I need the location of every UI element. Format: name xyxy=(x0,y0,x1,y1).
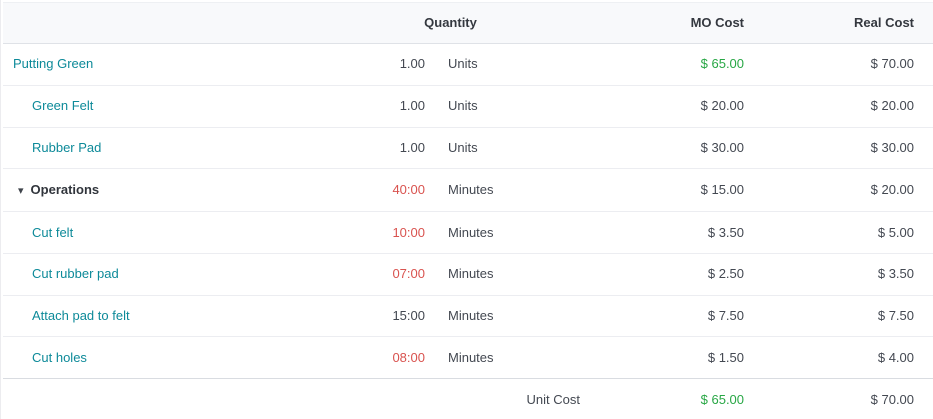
footer-empty-name-cell xyxy=(3,379,363,419)
row-name-cell: Cut rubber pad xyxy=(3,253,363,295)
table-row: Attach pad to felt 15:00 Minutes $ 7.50 … xyxy=(3,295,933,337)
row-name-cell: Attach pad to felt xyxy=(3,295,363,337)
footer-empty-quantity-cell xyxy=(363,379,425,419)
quantity-cell: 07:00 xyxy=(363,253,425,295)
quantity-cell: 40:00 xyxy=(363,169,425,212)
table-body: Putting Green 1.00 Units $ 65.00 $ 70.00… xyxy=(3,44,933,379)
quantity-cell: 1.00 xyxy=(363,44,425,86)
row-name[interactable]: Attach pad to felt xyxy=(32,308,130,323)
row-name: Operations xyxy=(31,182,100,197)
row-name[interactable]: Putting Green xyxy=(13,56,93,71)
real-cost-cell: $ 7.50 xyxy=(744,295,933,337)
real-cost-cell: $ 3.50 xyxy=(744,253,933,295)
table-row: ▾ Operations 40:00 Minutes $ 15.00 $ 20.0… xyxy=(3,169,933,212)
unit-cell: Minutes xyxy=(425,295,580,337)
quantity-cell: 08:00 xyxy=(363,337,425,379)
real-cost-column-header: Real Cost xyxy=(744,3,933,44)
footer-mo-cost-value: $ 65.00 xyxy=(580,379,744,419)
real-cost-cell: $ 20.00 xyxy=(744,169,933,212)
row-name[interactable]: Cut holes xyxy=(32,350,87,365)
row-name-cell: Rubber Pad xyxy=(3,127,363,169)
real-cost-cell: $ 5.00 xyxy=(744,212,933,254)
quantity-cell: 10:00 xyxy=(363,212,425,254)
cost-analysis-report: Quantity MO Cost Real Cost Putting Green… xyxy=(3,2,933,419)
table-row: Cut rubber pad 07:00 Minutes $ 2.50 $ 3.… xyxy=(3,253,933,295)
row-name-cell: Putting Green xyxy=(3,44,363,86)
real-cost-cell: $ 4.00 xyxy=(744,337,933,379)
row-name-cell: ▾ Operations xyxy=(3,169,363,212)
unit-cost-label: Unit Cost xyxy=(425,379,580,419)
mo-cost-cell: $ 30.00 xyxy=(580,127,744,169)
unit-cell: Minutes xyxy=(425,253,580,295)
mo-cost-cell: $ 65.00 xyxy=(580,44,744,86)
unit-cell: Units xyxy=(425,44,580,86)
table-row: Cut felt 10:00 Minutes $ 3.50 $ 5.00 xyxy=(3,212,933,254)
quantity-cell: 1.00 xyxy=(363,127,425,169)
mo-cost-column-header: MO Cost xyxy=(580,3,744,44)
quantity-column-header: Quantity xyxy=(363,3,580,44)
unit-cell: Minutes xyxy=(425,212,580,254)
row-name-cell: Cut holes xyxy=(3,337,363,379)
unit-cell: Units xyxy=(425,127,580,169)
footer-real-cost-value: $ 70.00 xyxy=(744,379,933,419)
quantity-cell: 1.00 xyxy=(363,85,425,127)
table-header-row: Quantity MO Cost Real Cost xyxy=(3,3,933,44)
mo-cost-cell: $ 3.50 xyxy=(580,212,744,254)
table-row: Putting Green 1.00 Units $ 65.00 $ 70.00 xyxy=(3,44,933,86)
row-name[interactable]: Cut felt xyxy=(32,225,73,240)
mo-cost-cell: $ 15.00 xyxy=(580,169,744,212)
mo-cost-cell: $ 7.50 xyxy=(580,295,744,337)
caret-down-icon[interactable]: ▾ xyxy=(18,185,24,197)
table-footer-row: Unit Cost $ 65.00 $ 70.00 xyxy=(3,379,933,419)
unit-cell: Units xyxy=(425,85,580,127)
quantity-cell: 15:00 xyxy=(363,295,425,337)
unit-cell: Minutes xyxy=(425,337,580,379)
row-name-cell: Green Felt xyxy=(3,85,363,127)
mo-cost-cell: $ 1.50 xyxy=(580,337,744,379)
table-row: Cut holes 08:00 Minutes $ 1.50 $ 4.00 xyxy=(3,337,933,379)
table-row: Green Felt 1.00 Units $ 20.00 $ 20.00 xyxy=(3,85,933,127)
name-column-header xyxy=(3,3,363,44)
real-cost-cell: $ 70.00 xyxy=(744,44,933,86)
row-name[interactable]: Cut rubber pad xyxy=(32,266,119,281)
table-row: Rubber Pad 1.00 Units $ 30.00 $ 30.00 xyxy=(3,127,933,169)
row-name[interactable]: Rubber Pad xyxy=(32,140,101,155)
row-name-cell: Cut felt xyxy=(3,212,363,254)
row-name[interactable]: Green Felt xyxy=(32,98,93,113)
real-cost-cell: $ 30.00 xyxy=(744,127,933,169)
cost-analysis-table: Quantity MO Cost Real Cost Putting Green… xyxy=(3,2,933,419)
mo-cost-cell: $ 2.50 xyxy=(580,253,744,295)
real-cost-cell: $ 20.00 xyxy=(744,85,933,127)
unit-cell: Minutes xyxy=(425,169,580,212)
mo-cost-cell: $ 20.00 xyxy=(580,85,744,127)
container-left-border xyxy=(0,0,1,419)
